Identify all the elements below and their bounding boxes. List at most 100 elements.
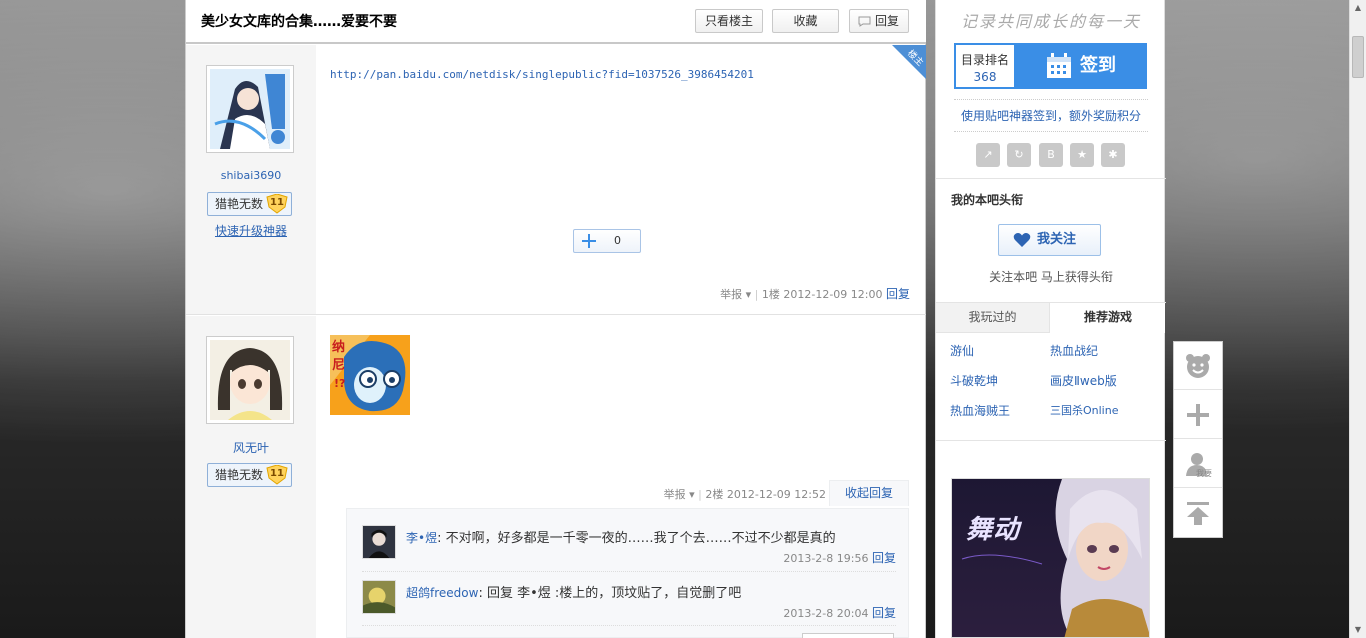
game-link[interactable]: 画皮Ⅱweb版: [1050, 372, 1117, 389]
star-icon[interactable]: ★: [1070, 143, 1094, 167]
scroll-up-arrow-icon[interactable]: ▲: [1350, 0, 1366, 16]
fold-replies-button[interactable]: 收起回复: [829, 480, 909, 506]
plus-icon: [1187, 404, 1209, 426]
reply-text: 李•煜: 不对啊，好多都是一千零一夜的……我了个去……不过不少都是真的: [406, 531, 836, 546]
reply-divider: [362, 625, 896, 626]
face-icon: [1186, 354, 1210, 378]
game-ad-banner[interactable]: 舞动: [951, 478, 1150, 638]
game-link[interactable]: 游仙: [950, 342, 974, 359]
post-time: 2012-12-09 12:52: [726, 488, 826, 501]
member-badge[interactable]: 猎艳无数 11: [207, 192, 292, 216]
right-sidebar: 记录共同成长的每一天 目录排名 368 签到 使用贴吧神器签到，额外奖励积分 ↗…: [935, 0, 1166, 638]
thread-title: 美少女文库的合集……爱要不要: [201, 14, 397, 30]
reply-divider: [362, 571, 896, 572]
game-link[interactable]: 热血海贼王: [950, 402, 1010, 419]
avatar[interactable]: [362, 580, 396, 614]
chevron-down-icon[interactable]: ▾: [746, 288, 752, 301]
post-meta: 举报 ▾ | 2楼 2012-12-09 12:52: [663, 488, 826, 501]
thread-main: 美少女文库的合集……爱要不要 只看楼主 收藏 回复 shibai3690 猎艳无…: [185, 0, 926, 638]
game-tabs: 我玩过的 推荐游戏: [936, 302, 1166, 333]
calendar-icon: [1047, 53, 1071, 78]
rank-label: 目录排名: [960, 53, 1009, 67]
scroll-down-arrow-icon[interactable]: ▼: [1350, 622, 1366, 638]
reply-meta: 2013-2-8 20:04 回复: [783, 604, 896, 621]
new-post-button[interactable]: [1174, 391, 1222, 439]
post-emoticon: 纳 尼 !?: [330, 335, 410, 418]
b-icon[interactable]: B: [1039, 143, 1063, 167]
tab-recommended[interactable]: 推荐游戏: [1051, 303, 1165, 333]
reply-button[interactable]: 回复: [849, 9, 909, 33]
floor-number: 1楼: [761, 288, 780, 301]
netdisk-link[interactable]: http://pan.baidu.com/netdisk/singlepubli…: [330, 68, 754, 81]
emoticon-image: 纳 尼 !?: [330, 335, 410, 415]
game-link[interactable]: 热血战纪: [1050, 342, 1098, 359]
sign-in-label: 签到: [1080, 55, 1116, 76]
tieba-tool-link[interactable]: 使用贴吧神器签到，额外奖励积分: [936, 107, 1166, 124]
post-meta: 举报 ▾ | 1楼 2012-12-09 12:00 回复: [720, 287, 910, 301]
post-reply-link[interactable]: 回复: [886, 287, 910, 301]
svg-text:!?: !?: [334, 377, 345, 390]
share-icon[interactable]: ↗: [976, 143, 1000, 167]
author-panel: shibai3690 猎艳无数 11 快速升级神器: [186, 45, 316, 314]
tab-played[interactable]: 我玩过的: [936, 303, 1050, 333]
back-to-top-button[interactable]: [1174, 489, 1222, 537]
reply-button-label: 回复: [874, 14, 899, 28]
only-op-button[interactable]: 只看楼主: [695, 9, 763, 33]
heart-icon: [1013, 233, 1031, 247]
reply-time: 2013-2-8 19:56: [783, 552, 869, 565]
follow-label: 我关注: [1037, 232, 1077, 247]
floating-toolbar: 我要: [1173, 341, 1223, 538]
reply-input-stub[interactable]: [802, 633, 894, 638]
avatar[interactable]: [206, 65, 294, 153]
badge-name: 猎艳无数: [215, 468, 264, 482]
level-badge: 11: [266, 465, 288, 485]
sidebar-slogan: 记录共同成长的每一天: [960, 12, 1141, 31]
game-link[interactable]: 斗破乾坤: [950, 372, 998, 389]
report-link[interactable]: 举报: [720, 288, 742, 301]
reply-link[interactable]: 回复: [872, 606, 896, 620]
sign-in-button[interactable]: 签到: [1016, 43, 1147, 89]
thread-header: 美少女文库的合集……爱要不要 只看楼主 收藏 回复: [186, 0, 926, 44]
author-panel: 风无叶 猎艳无数 11: [186, 316, 316, 638]
scrollbar-thumb[interactable]: [1352, 36, 1364, 78]
emoji-button[interactable]: [1174, 342, 1222, 390]
username[interactable]: 风无叶: [186, 439, 316, 456]
reply-username[interactable]: 超鸽freedow: [406, 586, 478, 600]
comment-icon: [858, 16, 871, 27]
follow-button[interactable]: 我关注: [998, 224, 1101, 256]
refresh-icon[interactable]: ↻: [1007, 143, 1031, 167]
avatar[interactable]: [362, 525, 396, 559]
plus-icon: [582, 234, 596, 248]
chevron-down-icon[interactable]: ▾: [689, 488, 695, 501]
avatar-image: [210, 69, 290, 149]
report-link[interactable]: 举报: [664, 488, 686, 501]
reply-username[interactable]: 李•煜: [406, 531, 437, 545]
level-badge: 11: [266, 194, 288, 214]
rank-box: 目录排名 368: [954, 43, 1016, 89]
user-center-button[interactable]: 我要: [1174, 440, 1222, 488]
plus-one-button[interactable]: 0: [573, 229, 641, 253]
favorite-button[interactable]: 收藏: [772, 9, 839, 33]
reply-meta: 2013-2-8 19:56 回复: [783, 549, 896, 566]
svg-text:纳: 纳: [332, 339, 345, 355]
page-scrollbar[interactable]: ▲ ▼: [1349, 0, 1366, 638]
post-floor-1: shibai3690 猎艳无数 11 快速升级神器 楼主 http://pan.…: [186, 45, 926, 315]
svg-text:尼: 尼: [332, 358, 345, 373]
top-icon: [1187, 502, 1209, 525]
post-link[interactable]: http://pan.baidu.com/netdisk/singlepubli…: [330, 68, 754, 81]
quick-upgrade-link[interactable]: 快速升级神器: [186, 222, 316, 239]
avatar-image: [210, 340, 290, 420]
ad-image: [952, 479, 1149, 637]
tool-icons: ↗ ↻ B ★ ✱: [976, 143, 1126, 167]
lzl-reply-list: 李•煜: 不对啊，好多都是一千零一夜的……我了个去……不过不少都是真的 2013…: [346, 508, 909, 638]
username[interactable]: shibai3690: [186, 169, 316, 182]
divider: [936, 440, 1166, 441]
reply-link[interactable]: 回复: [872, 551, 896, 565]
member-badge[interactable]: 猎艳无数 11: [207, 463, 292, 487]
bug-icon[interactable]: ✱: [1101, 143, 1125, 167]
game-link[interactable]: 三国杀Online: [1050, 402, 1118, 418]
divider: [954, 131, 1148, 132]
reply-text: 超鸽freedow: 回复 李•煜 :楼上的，顶坟贴了，自觉删了吧: [406, 586, 742, 601]
section-title: 我的本吧头衔: [951, 193, 1024, 207]
avatar[interactable]: [206, 336, 294, 424]
